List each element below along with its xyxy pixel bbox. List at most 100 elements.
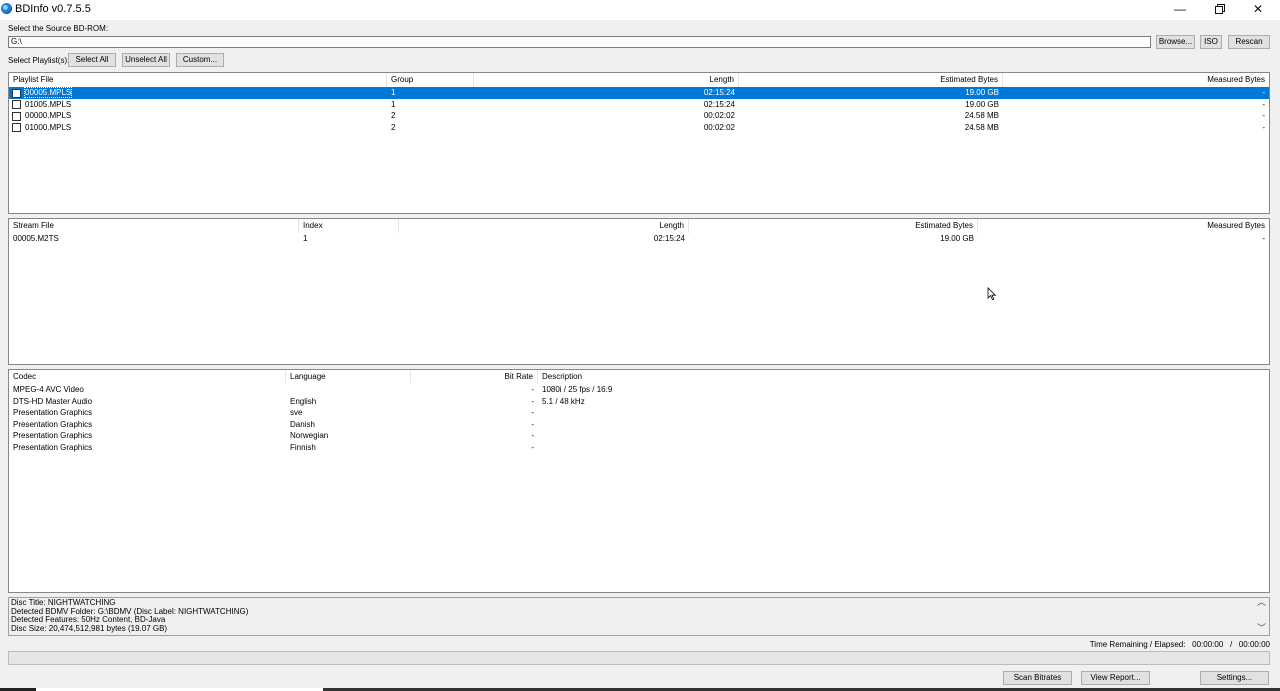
- playlist-measured-bytes: -: [1262, 88, 1265, 97]
- table-row[interactable]: Presentation Graphics Finnish -: [9, 442, 1269, 454]
- playlist-estimated-bytes: 24.58 MB: [964, 122, 999, 132]
- playlist-length: 02:15:24: [703, 99, 735, 109]
- table-row[interactable]: Presentation Graphics Norwegian -: [9, 430, 1269, 442]
- codec-name: Presentation Graphics: [13, 419, 93, 429]
- restore-button[interactable]: [1199, 0, 1239, 20]
- codec-name: Presentation Graphics: [13, 442, 93, 452]
- table-row[interactable]: 00005.MPLS 1 02:15:24 19.00 GB -: [9, 87, 1269, 99]
- scan-bitrates-button[interactable]: Scan Bitrates: [1003, 671, 1072, 685]
- playlist-table: Playlist File Group Length Estimated Byt…: [8, 72, 1270, 214]
- time-separator: /: [1229, 640, 1233, 649]
- row-checkbox[interactable]: [12, 111, 21, 121]
- table-row[interactable]: DTS-HD Master Audio English - 5.1 / 48 k…: [9, 396, 1269, 408]
- table-row[interactable]: 01005.MPLS 1 02:15:24 19.00 GB -: [9, 99, 1269, 111]
- time-label: Time Remaining / Elapsed:: [1089, 640, 1186, 649]
- col-playlist-file[interactable]: Playlist File: [9, 73, 387, 87]
- stream-measured-bytes: -: [1262, 234, 1265, 243]
- playlist-estimated-bytes: 19.00 GB: [965, 88, 999, 97]
- bdmv-folder-line: Detected BDMV Folder: G:\BDMV (Disc Labe…: [11, 606, 249, 616]
- custom-button[interactable]: Custom...: [176, 53, 224, 67]
- codec-language: sve: [290, 408, 303, 417]
- codec-language: Norwegian: [290, 431, 329, 440]
- table-row[interactable]: MPEG-4 AVC Video - 1080i / 25 fps / 16:9: [9, 384, 1269, 396]
- stream-file: 00005.M2TS: [13, 234, 59, 243]
- row-checkbox[interactable]: [12, 100, 21, 109]
- playlist-file: 00000.MPLS: [25, 111, 72, 120]
- playlist-estimated-bytes: 19.00 GB: [965, 99, 999, 109]
- browse-button[interactable]: Browse...: [1156, 35, 1195, 49]
- col-estimated-bytes[interactable]: Estimated Bytes: [689, 219, 978, 233]
- select-playlists-label: Select Playlist(s):: [8, 56, 70, 65]
- codec-bit-rate: -: [531, 408, 534, 417]
- codec-description: 5.1 / 48 kHz: [542, 396, 585, 406]
- col-stream-file[interactable]: Stream File: [9, 219, 299, 233]
- playlist-group: 1: [391, 99, 396, 109]
- source-path-input[interactable]: G:\: [8, 36, 1151, 48]
- rescan-button[interactable]: Rescan: [1228, 35, 1270, 49]
- scan-progress-bar: [8, 651, 1270, 665]
- stream-table-header: Stream File Index Length Estimated Bytes…: [9, 219, 1269, 233]
- codec-bit-rate: -: [531, 419, 534, 429]
- time-status: Time Remaining / Elapsed: 00:00:00 / 00:…: [1000, 640, 1270, 649]
- col-length[interactable]: Length: [474, 73, 739, 87]
- codec-name: DTS-HD Master Audio: [13, 396, 93, 406]
- table-row[interactable]: 00000.MPLS 2 00:02:02 24.58 MB -: [9, 110, 1269, 122]
- col-length[interactable]: Length: [399, 219, 689, 233]
- col-bit-rate[interactable]: Bit Rate: [411, 370, 538, 384]
- playlist-measured-bytes: -: [1262, 99, 1265, 109]
- col-codec[interactable]: Codec: [9, 370, 286, 384]
- stream-index: 1: [303, 234, 308, 243]
- settings-button[interactable]: Settings...: [1200, 671, 1269, 685]
- playlist-length: 00:02:02: [703, 122, 735, 132]
- source-label: Select the Source BD-ROM:: [8, 24, 109, 33]
- table-row[interactable]: Presentation Graphics sve -: [9, 407, 1269, 419]
- info-scrollbar[interactable]: ︿ ﹀: [1255, 598, 1269, 635]
- iso-button[interactable]: ISO: [1200, 35, 1222, 49]
- table-row[interactable]: 00005.M2TS 1 02:15:24 19.00 GB -: [9, 233, 1269, 245]
- features-line: Detected Features: 50Hz Content, BD-Java: [11, 615, 166, 625]
- codec-description: [538, 442, 1269, 454]
- col-index[interactable]: Index: [299, 219, 399, 233]
- codec-bit-rate: -: [531, 442, 534, 452]
- playlist-group: 2: [391, 122, 396, 132]
- codec-name: Presentation Graphics: [13, 431, 93, 440]
- col-measured-bytes[interactable]: Measured Bytes: [978, 219, 1269, 233]
- row-checkbox[interactable]: [12, 123, 21, 132]
- col-language[interactable]: Language: [286, 370, 411, 384]
- stream-estimated-bytes: 19.00 GB: [940, 234, 974, 243]
- scroll-up-icon[interactable]: ︿: [1257, 598, 1266, 607]
- playlist-file: 01000.MPLS: [25, 122, 72, 132]
- playlist-measured-bytes: -: [1262, 122, 1265, 132]
- col-description[interactable]: Description: [538, 370, 1269, 384]
- codec-language: [286, 384, 411, 396]
- codec-name: MPEG-4 AVC Video: [13, 385, 84, 394]
- disc-info-box[interactable]: Disc Title: NIGHTWATCHING Detected BDMV …: [8, 597, 1270, 636]
- view-report-button[interactable]: View Report...: [1081, 671, 1150, 685]
- minimize-button[interactable]: —: [1160, 0, 1200, 20]
- table-row[interactable]: 01000.MPLS 2 00:02:02 24.58 MB -: [9, 122, 1269, 134]
- codec-table: Codec Language Bit Rate Description MPEG…: [8, 369, 1270, 593]
- codec-bit-rate: -: [531, 385, 534, 394]
- scroll-down-icon[interactable]: ﹀: [1257, 624, 1266, 633]
- unselect-all-button[interactable]: Unselect All: [122, 53, 170, 67]
- codec-language: Danish: [290, 419, 315, 429]
- close-button[interactable]: ✕: [1238, 0, 1278, 20]
- window-title: BDInfo v0.7.5.5: [15, 3, 91, 15]
- playlist-group: 2: [391, 111, 396, 120]
- playlist-estimated-bytes: 24.58 MB: [964, 111, 999, 120]
- restore-icon: [1215, 6, 1223, 14]
- col-group[interactable]: Group: [387, 73, 474, 87]
- col-measured-bytes[interactable]: Measured Bytes: [1003, 73, 1269, 87]
- playlist-length: 02:15:24: [703, 88, 735, 97]
- stream-table: Stream File Index Length Estimated Bytes…: [8, 218, 1270, 365]
- row-checkbox[interactable]: [12, 88, 21, 98]
- playlist-measured-bytes: -: [1262, 111, 1265, 120]
- col-estimated-bytes[interactable]: Estimated Bytes: [739, 73, 1003, 87]
- codec-bit-rate: -: [531, 431, 534, 440]
- select-all-button[interactable]: Select All: [68, 53, 116, 67]
- title-bar: BDInfo v0.7.5.5 — ✕: [0, 0, 1280, 20]
- codec-description: 1080i / 25 fps / 16:9: [542, 385, 613, 394]
- codec-description: [538, 430, 1269, 442]
- playlist-file: 00005.MPLS: [23, 87, 73, 98]
- table-row[interactable]: Presentation Graphics Danish -: [9, 419, 1269, 431]
